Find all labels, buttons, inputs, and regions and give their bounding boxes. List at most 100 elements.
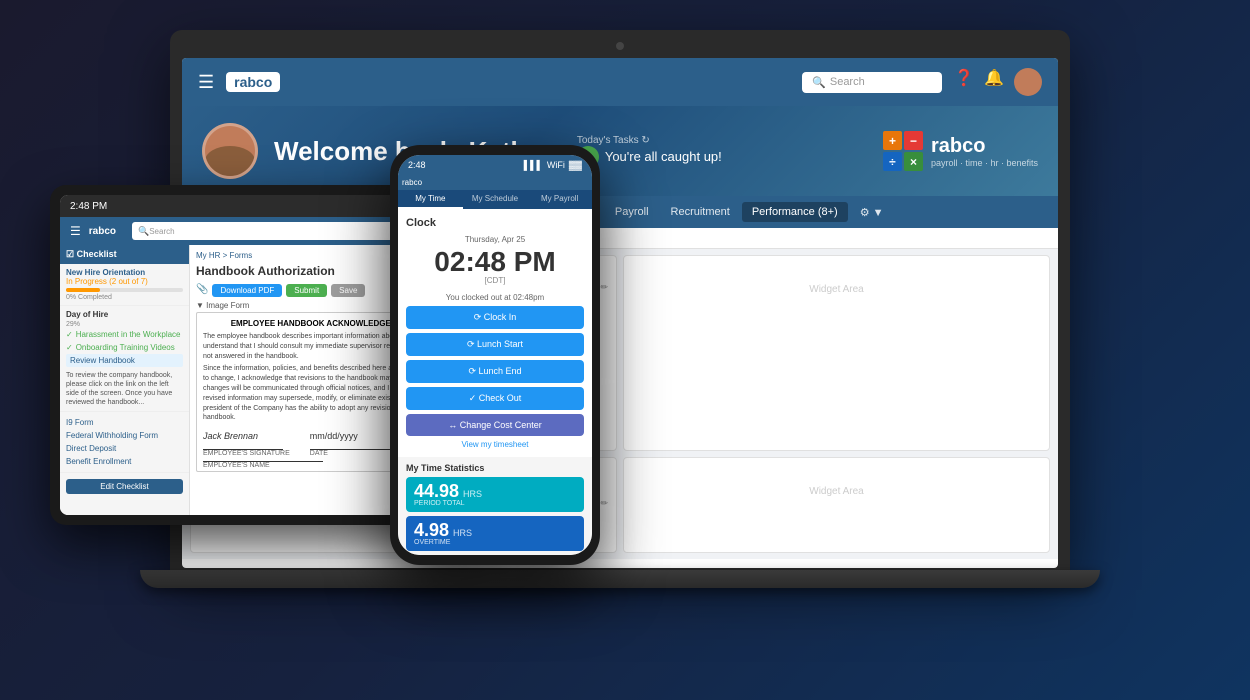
direct-deposit[interactable]: Direct Deposit — [66, 442, 183, 455]
phone-date: Thursday, Apr 25 — [406, 235, 584, 244]
phone-body: 2:48 ▌▌▌ WiFi ▓▓ rabco My Time My Schedu… — [390, 145, 600, 565]
view-timesheet-link[interactable]: View my timesheet — [406, 440, 584, 449]
i9-form[interactable]: I9 Form — [66, 416, 183, 429]
date-value: mm/dd/yyyy — [310, 431, 390, 441]
check-icon-harassment: ✓ — [66, 330, 73, 339]
lunch-start-btn[interactable]: ⟳ Lunch Start — [406, 333, 584, 356]
brand-name: rabco — [931, 135, 1038, 158]
phone-tab-schedule[interactable]: My Schedule — [463, 190, 528, 209]
phone-clock-time: 02:48 PM — [406, 248, 584, 276]
item-handbook[interactable]: Review Handbook — [66, 354, 183, 367]
federal-withholding[interactable]: Federal Withholding Form — [66, 429, 183, 442]
lunch-end-btn[interactable]: ⟳ Lunch End — [406, 360, 584, 383]
app-header: ☰ rabco 🔍 Search ❓ 🔔 — [182, 58, 1058, 106]
period-total-value: 44.98 — [414, 482, 459, 500]
phone-nav-tabs: My Time My Schedule My Payroll — [398, 190, 592, 209]
widget-placeholder: Widget Area — [623, 255, 1050, 451]
checklist-title: Checklist — [77, 249, 117, 259]
day-pct: 29% — [66, 321, 183, 328]
widget-4-text: Widget Area — [632, 466, 1041, 517]
edit-icon-persp[interactable]: ✏ — [600, 498, 608, 509]
item-harassment[interactable]: ✓ Harassment in the Workplace — [66, 328, 183, 341]
rabco-icon-grid: + − ÷ × — [883, 131, 923, 171]
wifi-icon: WiFi — [547, 160, 565, 170]
completed-label: 0% Completed — [66, 294, 183, 301]
phone-timezone: [CDT] — [406, 276, 584, 285]
edit-icon-perf[interactable]: ✏ — [600, 282, 608, 293]
sidebar-day-of-hire: Day of Hire 29% ✓ Harassment in the Work… — [60, 306, 189, 412]
laptop-camera — [616, 42, 624, 50]
nav-payroll[interactable]: Payroll — [605, 202, 659, 222]
signal-icon: ▌▌▌ — [524, 160, 543, 170]
download-pdf-btn[interactable]: Download PDF — [212, 284, 282, 297]
checklist-progress-label: In Progress (2 out of 7) — [66, 277, 183, 286]
period-total-unit: HRS — [463, 489, 482, 499]
benefit-enrollment[interactable]: Benefit Enrollment — [66, 455, 183, 468]
phone-time: 2:48 — [408, 160, 426, 170]
phone-nav: rabco — [398, 175, 592, 190]
help-icon[interactable]: ❓ — [954, 68, 974, 96]
tasks-title: Today's Tasks ↻ — [577, 135, 722, 146]
sidebar-progress-fill — [66, 288, 100, 292]
search-placeholder: Search — [830, 76, 865, 88]
overtime-value: 4.98 — [414, 521, 449, 539]
phone-clocked-out: You clocked out at 02:48pm — [406, 293, 584, 302]
handbook-label: Review Handbook — [70, 356, 135, 365]
nav-settings[interactable]: ⚙ ▼ — [850, 202, 894, 223]
signature-value: Jack Brennan — [203, 431, 290, 441]
overtime-unit: HRS — [453, 528, 472, 538]
training-label: Onboarding Training Videos — [76, 343, 175, 352]
search-box[interactable]: 🔍 Search — [802, 72, 942, 93]
clock-in-btn[interactable]: ⟳ Clock In — [406, 306, 584, 329]
phone-status-bar: 2:48 ▌▌▌ WiFi ▓▓ — [398, 155, 592, 175]
item-training[interactable]: ✓ Onboarding Training Videos — [66, 341, 183, 354]
nav-performance[interactable]: Performance (8+) — [742, 202, 848, 222]
date-label: DATE — [310, 450, 390, 457]
save-btn[interactable]: Save — [331, 284, 365, 297]
phone-tab-payroll[interactable]: My Payroll — [527, 190, 592, 209]
change-cost-center-btn[interactable]: ↔ Change Cost Center — [406, 414, 584, 436]
phone-clock-title: Clock — [406, 217, 584, 229]
phone-clock-content: Clock Thursday, Apr 25 02:48 PM [CDT] Yo… — [398, 209, 592, 457]
battery-icon: ▓▓ — [569, 160, 582, 170]
rabco-brand: rabco payroll · time · hr · benefits — [931, 135, 1038, 168]
icon-minus: − — [904, 131, 923, 150]
sidebar-new-hire: New Hire Orientation In Progress (2 out … — [60, 264, 189, 306]
checklist-label: New Hire Orientation — [66, 268, 183, 277]
notification-icon[interactable]: 🔔 — [984, 68, 1004, 96]
tablet-menu-icon[interactable]: ☰ — [70, 224, 81, 238]
phone-tab-time[interactable]: My Time — [398, 190, 463, 209]
brand-tagline: payroll · time · hr · benefits — [931, 158, 1038, 168]
icon-multiply: × — [904, 152, 923, 171]
image-form-label: ▼ Image Form — [196, 301, 249, 310]
edit-checklist-btn[interactable]: Edit Checklist — [66, 479, 183, 494]
icon-divide: ÷ — [883, 152, 902, 171]
phone-device: 2:48 ▌▌▌ WiFi ▓▓ rabco My Time My Schedu… — [390, 145, 600, 565]
sidebar-extra-items: I9 Form Federal Withholding Form Direct … — [60, 412, 189, 473]
signature-block: Jack Brennan EMPLOYEE'S SIGNATURE — [203, 431, 290, 457]
rabco-logo-large: + − ÷ × rabco payroll · time · hr · bene… — [883, 131, 1038, 171]
tablet-time: 2:48 PM — [70, 201, 107, 212]
phone-stats-title: My Time Statistics — [406, 463, 584, 473]
sidebar-header: ☑ Checklist — [60, 245, 189, 264]
check-icon-training: ✓ — [66, 343, 73, 352]
search-icon: 🔍 — [812, 76, 826, 89]
tablet-sidebar: ☑ Checklist New Hire Orientation In Prog… — [60, 245, 190, 515]
overtime-label: OVERTIME — [414, 539, 576, 546]
signature-label: EMPLOYEE'S SIGNATURE — [203, 450, 290, 457]
widget-placeholder-text: Widget Area — [632, 264, 1041, 315]
user-avatar[interactable] — [1014, 68, 1042, 96]
phone-logo: rabco — [398, 175, 426, 190]
tablet-search[interactable]: 🔍 Search — [132, 222, 417, 240]
nav-recruitment[interactable]: Recruitment — [661, 202, 740, 222]
tablet-search-placeholder: Search — [149, 227, 174, 236]
submit-btn[interactable]: Submit — [286, 284, 327, 297]
check-out-btn[interactable]: ✓ Check Out — [406, 387, 584, 410]
user-avatar-large — [202, 123, 258, 179]
menu-icon[interactable]: ☰ — [198, 72, 214, 93]
icon-plus: + — [883, 131, 902, 150]
phone-time-display: 02:48 PM [CDT] — [406, 244, 584, 289]
sidebar-progress-bar — [66, 288, 183, 292]
stat-overtime: 4.98 HRS OVERTIME — [406, 516, 584, 551]
phone-screen: 2:48 ▌▌▌ WiFi ▓▓ rabco My Time My Schedu… — [398, 155, 592, 555]
